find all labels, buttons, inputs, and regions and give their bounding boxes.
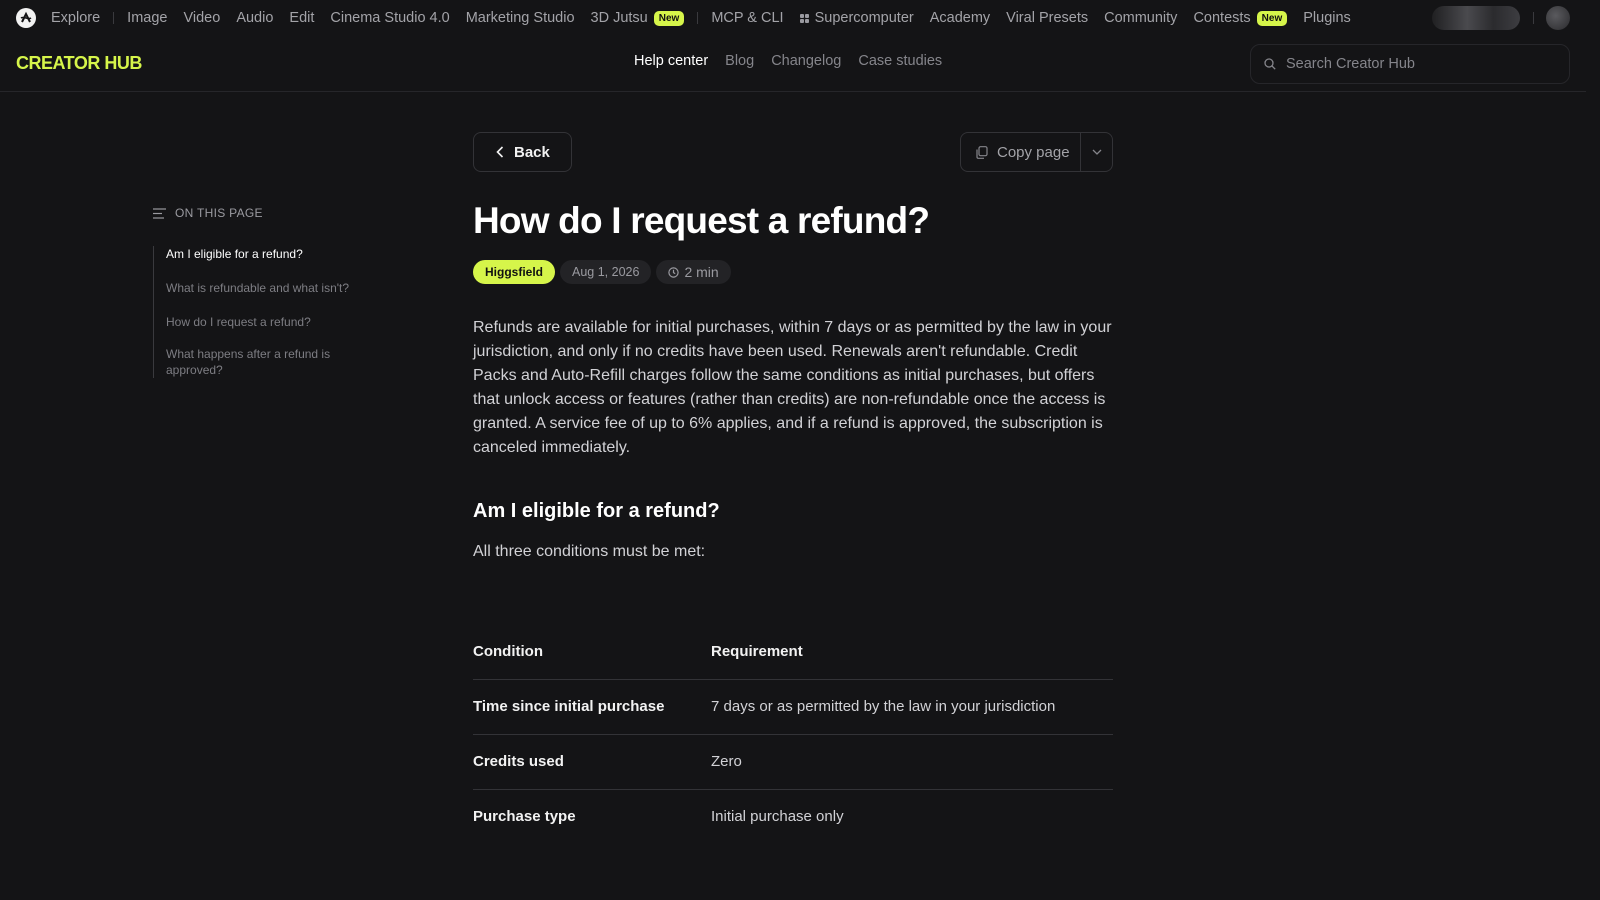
article-meta: Higgsfield Aug 1, 2026 2 min — [473, 260, 736, 284]
back-button-label: Back — [514, 143, 550, 161]
column-header-condition: Condition — [473, 624, 711, 680]
nav-item-supercomputer[interactable]: Supercomputer — [799, 10, 914, 26]
nav-item-cinema-studio[interactable]: Cinema Studio 4.0 — [330, 10, 449, 26]
copy-page-group: Copy page — [960, 132, 1113, 172]
new-badge: New — [653, 10, 685, 26]
tab-case-studies[interactable]: Case studies — [858, 53, 942, 69]
search-box[interactable] — [1250, 44, 1570, 84]
top-nav-items: Explore Image Video Audio Edit Cinema St… — [51, 10, 1367, 26]
scrollbar[interactable] — [1586, 0, 1600, 900]
creator-hub-logo[interactable]: CREATOR HUB — [16, 53, 142, 74]
table-row: Purchase type Initial purchase only — [473, 789, 1113, 844]
toc-item-request[interactable]: How do I request a refund? — [166, 314, 393, 330]
nav-item-supercomputer-label: Supercomputer — [814, 10, 914, 26]
nav-item-plugins[interactable]: Plugins — [1303, 10, 1351, 26]
nav-item-academy[interactable]: Academy — [930, 10, 990, 26]
nav-item-marketing-studio[interactable]: Marketing Studio — [466, 10, 575, 26]
back-button[interactable]: Back — [473, 132, 572, 172]
on-this-page-toc: ON THIS PAGE Am I eligible for a refund?… — [153, 206, 393, 378]
chevron-left-icon — [496, 146, 504, 158]
copy-page-label: Copy page — [997, 143, 1070, 161]
table-cell-requirement: 7 days or as permitted by the law in you… — [711, 679, 1113, 735]
nav-item-community[interactable]: Community — [1104, 10, 1177, 26]
copy-page-button[interactable]: Copy page — [961, 133, 1080, 171]
toc-item-after-approval[interactable]: What happens after a refund is approved? — [166, 346, 366, 378]
nav-divider — [697, 12, 699, 24]
table-row: Time since initial purchase 7 days or as… — [473, 679, 1113, 735]
category-tag[interactable]: Higgsfield — [473, 260, 556, 284]
table-cell-condition: Time since initial purchase — [473, 679, 711, 735]
nav-item-video[interactable]: Video — [183, 10, 220, 26]
table-cell-condition: Purchase type — [473, 808, 576, 826]
nav-item-mcp-cli[interactable]: MCP & CLI — [711, 10, 783, 26]
nav-divider — [1533, 12, 1534, 24]
header-tabs: Help center Blog Changelog Case studies — [634, 53, 959, 69]
table-cell-condition: Credits used — [473, 734, 711, 790]
nav-item-contests[interactable]: Contests New — [1193, 10, 1288, 26]
date-chip: Aug 1, 2026 — [560, 260, 652, 284]
creator-hub-header: CREATOR HUB Help center Blog Changelog C… — [0, 36, 1586, 92]
nav-item-image[interactable]: Image — [127, 10, 167, 26]
tab-blog[interactable]: Blog — [725, 53, 754, 69]
tab-changelog[interactable]: Changelog — [771, 53, 841, 69]
intro-paragraph: Refunds are available for initial purcha… — [473, 319, 1112, 456]
toc-item-eligible[interactable]: Am I eligible for a refund? — [166, 246, 393, 262]
section-lead: All three conditions must be met: — [473, 543, 706, 560]
column-header-requirement: Requirement — [711, 624, 1113, 680]
nav-item-audio[interactable]: Audio — [236, 10, 273, 26]
search-input[interactable] — [1286, 56, 1546, 72]
table-header-row: Condition Requirement — [473, 624, 1113, 680]
list-icon — [153, 207, 166, 219]
copy-options-dropdown[interactable] — [1080, 133, 1112, 171]
copy-icon — [976, 145, 988, 159]
nav-item-viral-presets[interactable]: Viral Presets — [1006, 10, 1088, 26]
chevron-down-icon — [1092, 149, 1102, 155]
table-cell-requirement: Zero — [711, 734, 1113, 790]
table-row: Credits used Zero — [473, 734, 1113, 790]
toc-heading-label: ON THIS PAGE — [175, 206, 263, 220]
top-navigation: Explore Image Video Audio Edit Cinema St… — [0, 0, 1600, 36]
read-time-chip: 2 min — [656, 260, 731, 284]
toc-item-refundable[interactable]: What is refundable and what isn't? — [166, 280, 393, 296]
toc-heading: ON THIS PAGE — [153, 206, 393, 220]
grid-icon — [799, 13, 809, 23]
new-badge: New — [1256, 10, 1288, 26]
eligibility-table: Condition Requirement Time since initial… — [473, 624, 1113, 844]
tab-help-center[interactable]: Help center — [634, 53, 708, 69]
higgsfield-logo-icon[interactable] — [16, 8, 36, 28]
search-icon — [1264, 58, 1276, 70]
read-time-label: 2 min — [684, 264, 719, 280]
clock-icon — [668, 266, 680, 278]
nav-divider — [113, 12, 115, 24]
account-pill[interactable] — [1432, 6, 1520, 30]
page-title: How do I request a refund? — [473, 200, 930, 241]
nav-item-3d-jutsu[interactable]: 3D Jutsu New — [591, 10, 685, 26]
toc-list: Am I eligible for a refund? What is refu… — [153, 246, 393, 378]
nav-item-explore[interactable]: Explore — [51, 10, 100, 26]
nav-item-contests-label: Contests — [1193, 10, 1251, 26]
table-cell-requirement: Initial purchase only — [711, 808, 844, 826]
nav-item-3d-jutsu-label: 3D Jutsu — [590, 10, 648, 26]
section-heading-eligible: Am I eligible for a refund? — [473, 500, 720, 522]
avatar[interactable] — [1546, 6, 1570, 30]
nav-item-edit[interactable]: Edit — [289, 10, 314, 26]
